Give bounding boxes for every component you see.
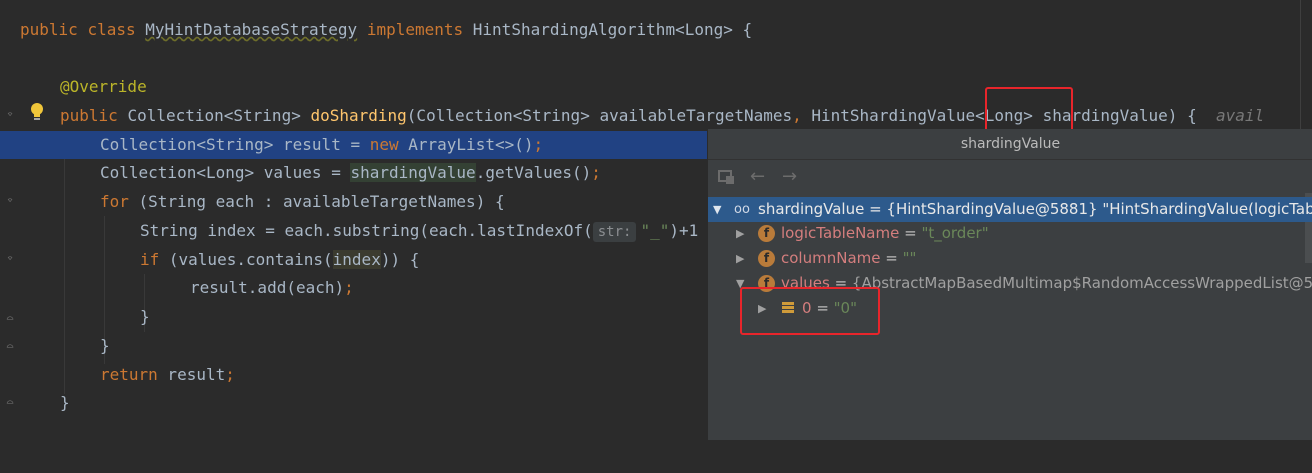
code-text: (values.contains( (159, 250, 333, 269)
variable-ref: index (332, 250, 381, 269)
code-text: Collection<Long> values = (100, 163, 351, 182)
field-icon: f (758, 225, 775, 242)
keyword: for (100, 192, 129, 211)
field-name: columnName (781, 249, 881, 267)
watch-glasses-icon: oo (734, 202, 750, 217)
equals-sign: = (899, 224, 922, 242)
equals-sign: = (880, 249, 903, 267)
code-text: String index = each.substring(each.lastI… (140, 221, 593, 240)
field-name: logicTableName (781, 224, 900, 242)
popup-toolbar: ← → (708, 160, 1312, 194)
highlight-box (985, 87, 1073, 135)
keyword: new (369, 135, 399, 154)
expand-arrow-icon[interactable]: ▶ (736, 246, 744, 271)
param-hint: str: (592, 222, 637, 242)
variable-value: = {HintShardingValue@5881} "HintSharding… (864, 200, 1312, 218)
class-name: MyHintDatabaseStrategy (145, 20, 358, 39)
expand-arrow-icon[interactable]: ▶ (736, 221, 744, 246)
code-text: )+1 (669, 221, 699, 240)
keyword: return (100, 365, 158, 384)
highlight-box (740, 287, 880, 335)
tree-row-shardingValue[interactable]: ▼ oo shardingValue = {HintShardingValue@… (708, 197, 1312, 222)
closing-brace: } (60, 393, 70, 412)
code-text: .getValues() (475, 163, 592, 182)
keyword: if (140, 250, 160, 269)
variable-name: shardingValue (758, 200, 865, 218)
collapse-arrow-icon[interactable]: ▼ (713, 197, 721, 222)
annotation: @Override (60, 77, 147, 96)
code-line-annotation[interactable]: @Override (0, 73, 1312, 101)
code-text: )) { (380, 250, 420, 269)
semicolon: ; (533, 135, 544, 154)
field-value: "t_order" (921, 224, 989, 242)
popup-title: shardingValue (708, 129, 1312, 160)
field-value: "" (902, 249, 917, 267)
keyword: implements (366, 20, 464, 39)
code-text: ArrayList<>() (398, 135, 534, 154)
code-text: (String each : availableTargetNames) { (128, 192, 505, 211)
tree-row-logicTableName[interactable]: ▶ f logicTableName = "t_order" (708, 221, 1312, 246)
field-value: {AbstractMapBasedMultimap$RandomAccessWr… (851, 274, 1312, 292)
code-text: (Collection<String> availableTargetNames (406, 106, 793, 125)
variable-ref: shardingValue (350, 163, 476, 182)
code-line-class[interactable]: public class MyHintDatabaseStrategy impl… (0, 16, 1312, 44)
keyword: class (87, 20, 136, 39)
semicolon: ; (225, 365, 235, 384)
method-name: doSharding (310, 106, 407, 125)
closing-brace: } (100, 336, 110, 355)
comma: , (792, 106, 802, 125)
code-text: HintShardingAlgorithm<Long> { (472, 20, 753, 39)
code-line-method[interactable]: public Collection<String> doSharding(Col… (0, 102, 1312, 130)
code-text: Collection<String> result = (100, 135, 370, 154)
code-text: result.add(each) (190, 278, 345, 297)
code-text: result (157, 365, 226, 384)
keyword: public (60, 106, 118, 125)
frames-icon[interactable] (718, 168, 736, 186)
debug-variable-popup[interactable]: shardingValue ← → ▼ oo shardingValue = {… (707, 129, 1312, 440)
forward-arrow-icon[interactable]: → (782, 168, 797, 186)
keyword: public (20, 20, 78, 39)
return-type: Collection<String> (127, 106, 301, 125)
back-arrow-icon[interactable]: ← (750, 168, 765, 186)
semicolon: ; (591, 163, 601, 182)
inlay-hint: avail (1215, 106, 1265, 125)
tree-row-columnName[interactable]: ▶ f columnName = "" (708, 246, 1312, 271)
closing-brace: } (140, 307, 150, 326)
string-literal: "_" (640, 221, 670, 240)
field-icon: f (758, 250, 775, 267)
semicolon: ; (344, 278, 354, 297)
